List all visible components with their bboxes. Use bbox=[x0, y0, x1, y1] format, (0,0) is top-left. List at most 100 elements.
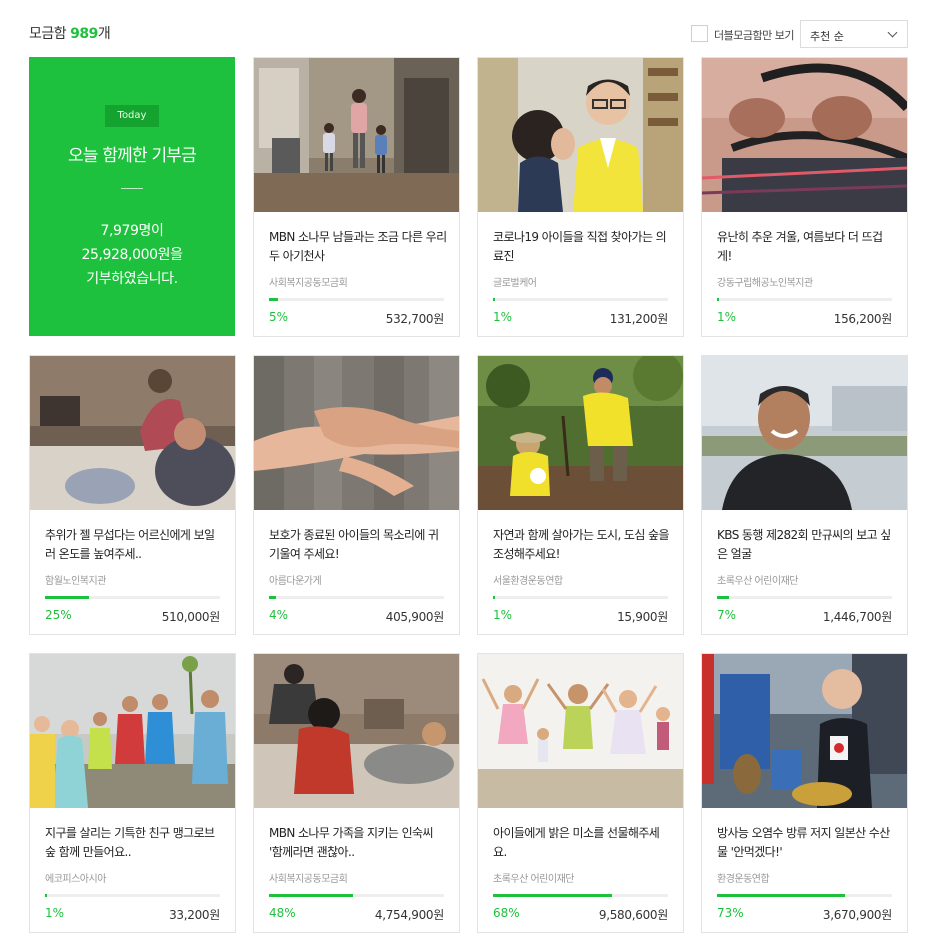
photo-elderly-couple-room[interactable] bbox=[30, 356, 235, 510]
raised-amount: 510,000원 bbox=[161, 610, 221, 624]
progress-fill bbox=[45, 894, 47, 897]
progress-percent: 4% bbox=[269, 608, 289, 622]
raised-amount: 15,900원 bbox=[617, 610, 668, 624]
card-title[interactable]: 자연과 함께 살아가는 도시, 도심 숲을 조성해주세요! bbox=[493, 526, 671, 564]
photo-group-raincoats-beach[interactable] bbox=[30, 654, 235, 808]
card-organization: 환경운동연합 bbox=[717, 874, 770, 885]
progress-bar bbox=[269, 596, 444, 599]
fundraiser-card[interactable]: 보호가 종료된 아이들의 목소리에 귀 기울여 주세요! 아름다운가게 4% 4… bbox=[253, 355, 460, 635]
progress-percent: 68% bbox=[493, 906, 520, 920]
progress-percent: 1% bbox=[45, 906, 65, 920]
progress-bar bbox=[493, 596, 668, 599]
photo-family-on-floor[interactable] bbox=[254, 654, 459, 808]
card-title[interactable]: 유난히 추운 겨울, 여름보다 더 뜨겁게! bbox=[717, 228, 895, 266]
top-bar: 모금함 989개 더블모금함만 보기 추천 순 bbox=[29, 18, 908, 48]
raised-amount: 156,200원 bbox=[833, 312, 893, 326]
double-filter-label[interactable]: 더블모금함만 보기 bbox=[714, 27, 794, 43]
photo-children-jumping[interactable] bbox=[478, 654, 683, 808]
progress-bar bbox=[45, 894, 220, 897]
progress-bar bbox=[717, 596, 892, 599]
progress-bar bbox=[45, 596, 220, 599]
card-title[interactable]: 추위가 젤 무섭다는 어르신에게 보일러 온도를 높여주세.. bbox=[45, 526, 223, 564]
photo-protest-mask[interactable] bbox=[702, 654, 907, 808]
today-closing: 기부하였습니다. bbox=[86, 271, 178, 287]
progress-bar bbox=[493, 894, 668, 897]
fundraiser-card[interactable]: 아이들에게 밝은 미소를 선물해주세요. 초록우산 어린이재단 68% 9,58… bbox=[477, 653, 684, 933]
card-organization: 서울환경운동연합 bbox=[493, 576, 563, 587]
total-prefix: 모금함 bbox=[29, 26, 71, 42]
progress-percent: 1% bbox=[493, 608, 513, 622]
card-title[interactable]: 방사능 오염수 방류 저지 일본산 수산물 '안먹겠다!' bbox=[717, 824, 895, 862]
progress-fill bbox=[717, 894, 845, 897]
card-organization: 초록우산 어린이재단 bbox=[717, 576, 798, 587]
raised-amount: 532,700원 bbox=[385, 312, 445, 326]
progress-percent: 73% bbox=[717, 906, 744, 920]
card-organization: 에코피스아시아 bbox=[45, 874, 106, 885]
progress-percent: 1% bbox=[717, 310, 737, 324]
progress-fill bbox=[269, 894, 353, 897]
progress-percent: 5% bbox=[269, 310, 289, 324]
total-suffix: 개 bbox=[97, 26, 111, 42]
progress-fill bbox=[45, 596, 89, 599]
fundraiser-card[interactable]: 유난히 추운 겨울, 여름보다 더 뜨겁게! 강동구립해공노인복지관 1% 15… bbox=[701, 57, 908, 337]
card-title[interactable]: 보호가 종료된 아이들의 목소리에 귀 기울여 주세요! bbox=[269, 526, 447, 564]
today-donation-panel: Today 오늘 함께한 기부금 7,979명이 25,928,000원을 기부… bbox=[29, 57, 235, 336]
card-title[interactable]: MBN 소나무 가족을 지키는 인숙씨 '함께라면 괜찮아.. bbox=[269, 824, 447, 862]
photo-elderly-hands-cart[interactable] bbox=[702, 58, 907, 212]
photo-children-walking-alley[interactable] bbox=[254, 58, 459, 212]
progress-percent: 7% bbox=[717, 608, 737, 622]
progress-fill bbox=[493, 298, 495, 301]
fundraiser-card[interactable]: 코로나19 아이들을 직접 찾아가는 의료진 글로벌케어 1% 131,200원 bbox=[477, 57, 684, 337]
fundraiser-card[interactable]: MBN 소나무 가족을 지키는 인숙씨 '함께라면 괜찮아.. 사회복지공동모금… bbox=[253, 653, 460, 933]
fundraiser-card[interactable]: MBN 소나무 남들과는 조금 다른 우리 두 아기천사 사회복지공동모금회 5… bbox=[253, 57, 460, 337]
fundraiser-card[interactable]: 추위가 젤 무섭다는 어르신에게 보일러 온도를 높여주세.. 함월노인복지관 … bbox=[29, 355, 236, 635]
photo-volunteers-planting[interactable] bbox=[478, 356, 683, 510]
fundraiser-card[interactable]: 방사능 오염수 방류 저지 일본산 수산물 '안먹겠다!' 환경운동연합 73%… bbox=[701, 653, 908, 933]
photo-holding-hands[interactable] bbox=[254, 356, 459, 510]
today-people: 7,979명이 bbox=[100, 223, 164, 239]
card-title[interactable]: KBS 동행 제282회 만규씨의 보고 싶은 얼굴 bbox=[717, 526, 895, 564]
card-title[interactable]: MBN 소나무 남들과는 조금 다른 우리 두 아기천사 bbox=[269, 228, 447, 266]
chevron-down-icon bbox=[887, 27, 898, 38]
raised-amount: 3,670,900원 bbox=[822, 908, 892, 922]
progress-bar bbox=[493, 298, 668, 301]
progress-fill bbox=[717, 596, 730, 599]
today-badge: Today bbox=[105, 105, 159, 127]
raised-amount: 131,200원 bbox=[609, 312, 669, 326]
total-count: 989 bbox=[70, 26, 98, 42]
progress-percent: 48% bbox=[269, 906, 296, 920]
card-organization: 함월노인복지관 bbox=[45, 576, 106, 587]
card-organization: 아름다운가게 bbox=[269, 576, 322, 587]
fundraiser-card[interactable]: 지구를 살리는 기특한 친구 맹그로브 숲 함께 만들어요.. 에코피스아시아 … bbox=[29, 653, 236, 933]
card-title[interactable]: 코로나19 아이들을 직접 찾아가는 의료진 bbox=[493, 228, 671, 266]
progress-percent: 1% bbox=[493, 310, 513, 324]
progress-fill bbox=[269, 298, 278, 301]
sort-selected-label: 추천 순 bbox=[810, 30, 844, 43]
raised-amount: 33,200원 bbox=[169, 908, 220, 922]
card-organization: 초록우산 어린이재단 bbox=[493, 874, 574, 885]
progress-fill bbox=[269, 596, 276, 599]
fundraiser-total: 모금함 989개 bbox=[29, 23, 111, 43]
today-amount: 25,928,000원을 bbox=[81, 247, 183, 263]
photo-smiling-man-portrait[interactable] bbox=[702, 356, 907, 510]
fundraiser-card[interactable]: KBS 동행 제282회 만규씨의 보고 싶은 얼굴 초록우산 어린이재단 7%… bbox=[701, 355, 908, 635]
progress-bar bbox=[717, 298, 892, 301]
fundraiser-card[interactable]: 자연과 함께 살아가는 도시, 도심 숲을 조성해주세요! 서울환경운동연합 1… bbox=[477, 355, 684, 635]
progress-bar bbox=[269, 894, 444, 897]
double-filter-checkbox[interactable] bbox=[691, 25, 708, 42]
progress-fill bbox=[717, 298, 719, 301]
progress-bar bbox=[269, 298, 444, 301]
raised-amount: 405,900원 bbox=[385, 610, 445, 624]
progress-percent: 25% bbox=[45, 608, 72, 622]
raised-amount: 9,580,600원 bbox=[598, 908, 668, 922]
raised-amount: 4,754,900원 bbox=[374, 908, 444, 922]
card-title[interactable]: 지구를 살리는 기특한 친구 맹그로브 숲 함께 만들어요.. bbox=[45, 824, 223, 862]
raised-amount: 1,446,700원 bbox=[822, 610, 892, 624]
sort-select[interactable]: 추천 순 bbox=[800, 20, 908, 48]
card-organization: 글로벌케어 bbox=[493, 278, 537, 289]
photo-doctor-examining-child[interactable] bbox=[478, 58, 683, 212]
card-organization: 사회복지공동모금회 bbox=[269, 874, 348, 885]
progress-bar bbox=[717, 894, 892, 897]
today-heading: 오늘 함께한 기부금 bbox=[68, 146, 197, 166]
card-title[interactable]: 아이들에게 밝은 미소를 선물해주세요. bbox=[493, 824, 671, 862]
